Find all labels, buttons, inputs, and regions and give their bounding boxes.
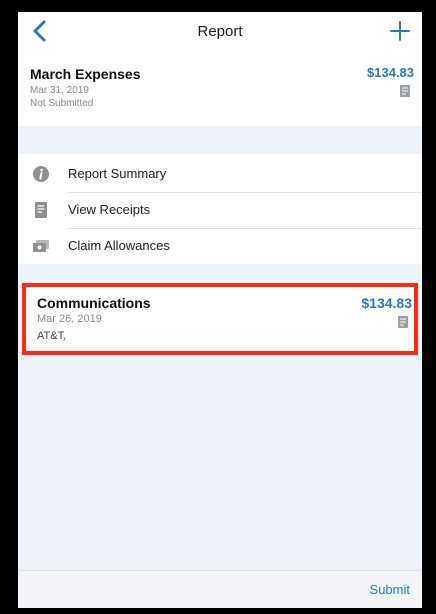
report-menu: Report Summary View Receipts Claim Allow… xyxy=(18,154,422,264)
report-title: March Expenses xyxy=(30,66,141,82)
info-icon xyxy=(33,166,49,182)
add-icon[interactable] xyxy=(388,19,412,43)
money-icon xyxy=(33,240,49,252)
report-amount: $134.83 xyxy=(367,65,414,80)
menu-item-label: View Receipts xyxy=(68,202,151,217)
receipt-icon xyxy=(400,85,410,97)
receipt-icon xyxy=(35,202,47,218)
expense-amount: $134.83 xyxy=(361,295,412,311)
expense-item-highlighted[interactable]: Communications Mar 26, 2019 AT&T, $134.8… xyxy=(22,283,418,355)
menu-item-label: Report Summary xyxy=(68,166,167,181)
expense-date: Mar 26, 2019 xyxy=(37,313,102,325)
page-title: Report xyxy=(197,23,243,40)
receipt-icon xyxy=(398,316,408,328)
menu-item-claim-allowances[interactable]: Claim Allowances xyxy=(18,228,422,264)
bottom-toolbar: Submit xyxy=(18,570,422,608)
expense-vendor: AT&T, xyxy=(37,330,67,342)
report-status: Not Submitted xyxy=(30,98,94,109)
app-screen: Report March Expenses Mar 31, 2019 Not S… xyxy=(18,12,422,608)
report-date: Mar 31, 2019 xyxy=(30,85,89,96)
expense-type: Communications xyxy=(37,295,151,311)
navigation-bar: Report xyxy=(18,12,422,53)
menu-item-view-receipts[interactable]: View Receipts xyxy=(18,192,422,228)
report-header[interactable]: March Expenses Mar 31, 2019 Not Submitte… xyxy=(18,52,422,126)
submit-button[interactable]: Submit xyxy=(370,582,410,597)
menu-item-label: Claim Allowances xyxy=(68,238,170,253)
menu-item-report-summary[interactable]: Report Summary xyxy=(18,156,422,192)
